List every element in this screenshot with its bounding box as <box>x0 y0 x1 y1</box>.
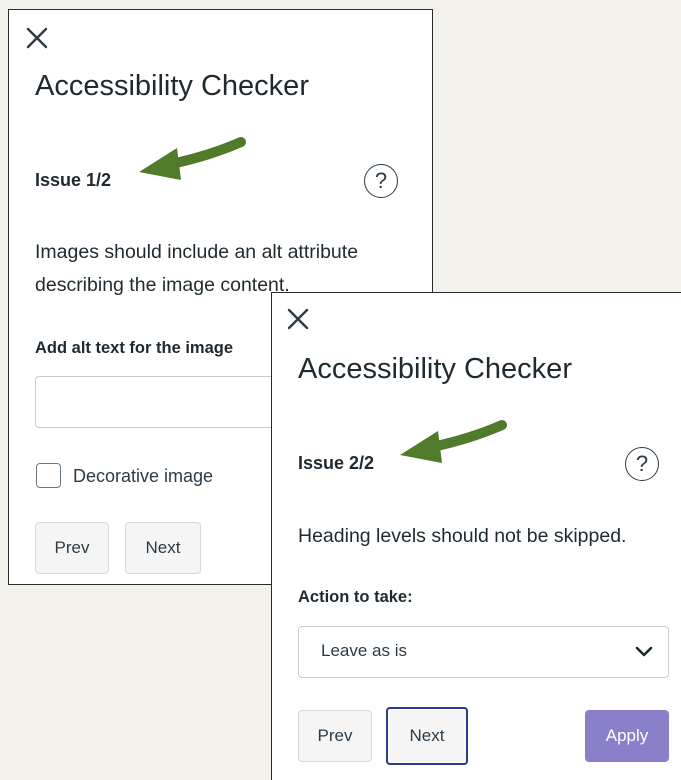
action-select-value: Leave as is <box>321 641 407 660</box>
annotation-arrow-icon <box>400 420 507 463</box>
help-icon[interactable]: ? <box>625 447 659 481</box>
panel-title: Accessibility Checker <box>35 70 309 102</box>
annotation-arrow-icon <box>139 137 246 180</box>
alt-text-label: Add alt text for the image <box>35 339 234 357</box>
accessibility-checker-panel-issue-2: Accessibility Checker Issue 2/2 ? Headin… <box>271 292 681 780</box>
help-icon[interactable]: ? <box>364 164 398 198</box>
issue-description: Heading levels should not be skipped. <box>298 525 627 547</box>
prev-button[interactable]: Prev <box>35 522 109 574</box>
next-button[interactable]: Next <box>125 522 201 574</box>
prev-button[interactable]: Prev <box>298 710 372 762</box>
panel-title: Accessibility Checker <box>298 353 572 385</box>
chevron-down-icon <box>635 646 653 657</box>
action-select[interactable]: Leave as is <box>298 626 669 678</box>
issue-counter: Issue 1/2 <box>35 170 112 190</box>
issue-counter: Issue 2/2 <box>298 453 375 473</box>
action-to-take-label: Action to take: <box>298 588 413 606</box>
apply-button[interactable]: Apply <box>585 710 669 762</box>
close-icon[interactable] <box>23 24 51 52</box>
close-icon[interactable] <box>284 305 312 333</box>
decorative-image-label: Decorative image <box>73 466 214 486</box>
next-button[interactable]: Next <box>386 707 468 765</box>
decorative-image-checkbox[interactable] <box>36 463 61 488</box>
